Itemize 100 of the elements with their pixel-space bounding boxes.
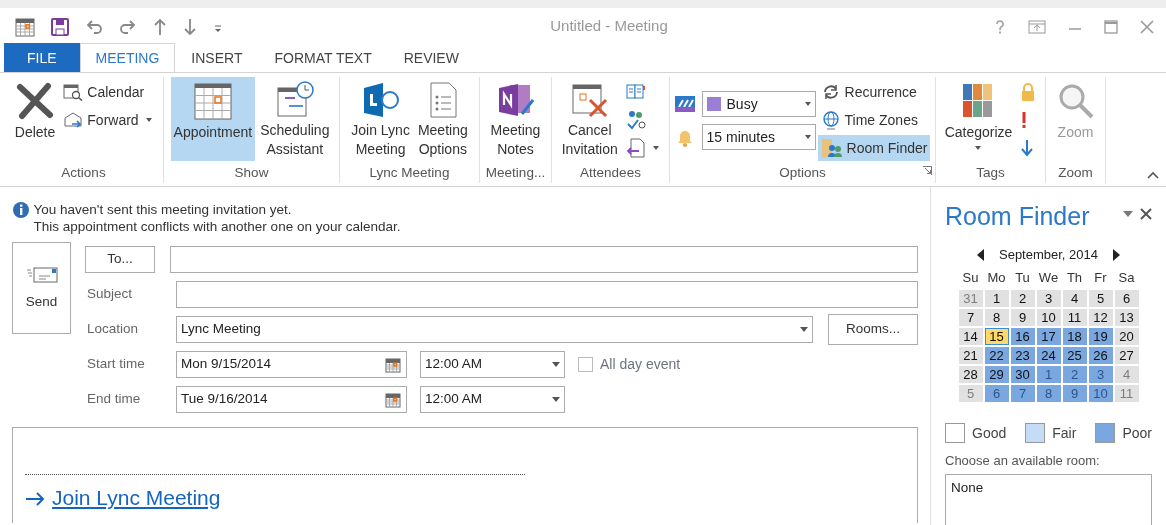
appointment-calendar-icon <box>192 81 233 121</box>
to-button[interactable]: To... <box>85 246 155 273</box>
calendar-day[interactable]: 22 <box>984 346 1009 364</box>
available-rooms-label: Choose an available room: <box>945 451 1101 470</box>
calendar-day[interactable]: 15 <box>984 327 1009 345</box>
send-button[interactable]: Send <box>12 242 71 334</box>
checkbox[interactable] <box>578 357 593 372</box>
message-body[interactable]: Join Lync Meeting <box>12 427 918 523</box>
join-meeting-link[interactable]: Join Lync Meeting <box>52 482 221 514</box>
calendar-day[interactable]: 10 <box>1036 308 1061 326</box>
weekday-label: Fr <box>1093 269 1108 287</box>
people-check-icon[interactable] <box>625 110 646 130</box>
calendar-day[interactable]: 8 <box>984 308 1009 326</box>
calendar-search-icon <box>63 83 84 101</box>
time-field[interactable]: 12:00 AM <box>420 386 565 413</box>
ribbon-button[interactable]: Recurrence <box>817 79 931 105</box>
ribbon-button[interactable]: Meeting Notes <box>487 77 544 161</box>
ribbon-tab[interactable]: MEETING <box>79 43 176 72</box>
calendar-day[interactable]: 21 <box>958 346 983 364</box>
weekday-label: Sa <box>1117 269 1136 287</box>
calendar-day[interactable]: 2 <box>1010 289 1035 307</box>
calendar-day[interactable]: 12 <box>1088 308 1113 326</box>
up-arrow-icon[interactable] <box>152 16 168 37</box>
group-label: Actions <box>61 163 106 182</box>
ribbon-button[interactable]: Appointment <box>170 77 256 161</box>
calendar-day[interactable]: 19 <box>1088 327 1113 345</box>
collapse-ribbon-icon[interactable] <box>1147 171 1159 179</box>
rooms-button[interactable]: Rooms... <box>828 314 918 345</box>
calendar-day[interactable]: 13 <box>1114 308 1139 326</box>
file-tab[interactable]: FILE <box>4 43 80 72</box>
calendar-day[interactable]: 1 <box>984 289 1009 307</box>
to-field[interactable] <box>170 246 918 273</box>
calendar-day[interactable]: 7 <box>958 308 983 326</box>
dropdown-icon[interactable] <box>1123 211 1133 217</box>
caret-icon <box>800 327 808 332</box>
room-item[interactable]: None <box>951 477 1146 498</box>
info-icon <box>12 201 30 220</box>
date-field[interactable]: Mon 9/15/2014 <box>176 351 407 378</box>
ribbon-tab[interactable]: INSERT <box>175 43 259 72</box>
calendar-day[interactable]: 24 <box>1036 346 1061 364</box>
show-as-icon <box>674 95 695 113</box>
ribbon-button[interactable]: Scheduling Assistant <box>257 77 333 161</box>
close-icon[interactable] <box>1140 208 1152 220</box>
calendar-day[interactable]: 25 <box>1062 346 1087 364</box>
calendar-day[interactable]: 23 <box>1010 346 1035 364</box>
high-importance-icon[interactable] <box>1020 110 1029 130</box>
maximize-icon[interactable] <box>1104 18 1118 35</box>
calendar-day[interactable]: 14 <box>958 327 983 345</box>
calendar-day[interactable]: 17 <box>1036 327 1061 345</box>
document-arrow-icon[interactable] <box>625 138 646 158</box>
ribbon-button[interactable]: Meeting Options <box>414 77 471 161</box>
ribbon-button[interactable]: Forward <box>60 107 156 133</box>
down-arrow-icon[interactable] <box>182 16 198 37</box>
ribbon-button[interactable]: Cancel Invitation <box>558 77 621 161</box>
ribbon-button[interactable]: Calendar <box>60 79 156 105</box>
dialog-launcher-icon[interactable] <box>923 165 932 175</box>
calendar-day[interactable]: 5 <box>1088 289 1113 307</box>
low-importance-icon[interactable] <box>1020 138 1035 158</box>
info-message: You haven't sent this meeting invitation yet. This appointment conflicts with another one on your calendar. <box>33 201 401 235</box>
weekday-label: Th <box>1065 269 1084 287</box>
next-month-icon[interactable] <box>1112 248 1120 261</box>
legend-label: Poor <box>1122 423 1152 443</box>
calendar-day[interactable]: 18 <box>1062 327 1087 345</box>
room-people-icon <box>820 138 843 158</box>
field-label: Start time <box>86 355 146 374</box>
arrow-icon <box>25 490 45 507</box>
calendar-day[interactable]: 9 <box>1010 308 1035 326</box>
save-icon[interactable] <box>50 16 70 37</box>
date-field[interactable]: Tue 9/16/2014 <box>176 386 407 413</box>
calendar-day[interactable]: 26 <box>1088 346 1113 364</box>
location-field[interactable]: Lync Meeting <box>176 316 813 343</box>
room-list[interactable]: None <box>945 473 1152 525</box>
ribbon-button[interactable]: Room Finder <box>817 135 931 161</box>
calendar-day[interactable]: 3 <box>1036 289 1061 307</box>
help-icon[interactable] <box>994 18 1006 35</box>
ribbon-tab[interactable]: REVIEW <box>387 43 475 72</box>
ribbon-tab[interactable]: FORMAT TEXT <box>258 43 388 72</box>
calendar-day[interactable]: 27 <box>1114 346 1139 364</box>
address-book-icon[interactable] <box>625 83 646 101</box>
ribbon-button[interactable]: Categorize <box>941 77 1016 161</box>
previous-month-icon[interactable] <box>977 248 985 261</box>
calendar-day[interactable]: 11 <box>1062 308 1087 326</box>
ribbon-button[interactable]: Join Lync Meeting <box>348 77 413 161</box>
categorize-icon <box>962 83 995 119</box>
calendar-day[interactable]: 6 <box>1114 289 1139 307</box>
calendar-day[interactable]: 28 <box>958 365 983 383</box>
calendar-day[interactable]: 4 <box>1062 289 1087 307</box>
group-label: Meeting... <box>485 163 546 182</box>
calendar-day[interactable]: 20 <box>1114 327 1139 345</box>
forward-icon <box>63 111 84 129</box>
ribbon-button[interactable]: Delete <box>11 77 59 161</box>
ribbon-button[interactable]: Time Zones <box>817 107 931 133</box>
group-label: Lync Meeting <box>369 163 450 182</box>
calendar-day[interactable]: 29 <box>984 365 1009 383</box>
time-field[interactable]: 12:00 AM <box>420 351 565 378</box>
dropdown-field[interactable]: Busy <box>701 91 816 117</box>
calendar-day[interactable]: 16 <box>1010 327 1035 345</box>
calendar-day[interactable]: 30 <box>1010 365 1035 383</box>
subject-field[interactable] <box>176 281 918 308</box>
dropdown-field[interactable]: 15 minutes <box>701 124 816 150</box>
